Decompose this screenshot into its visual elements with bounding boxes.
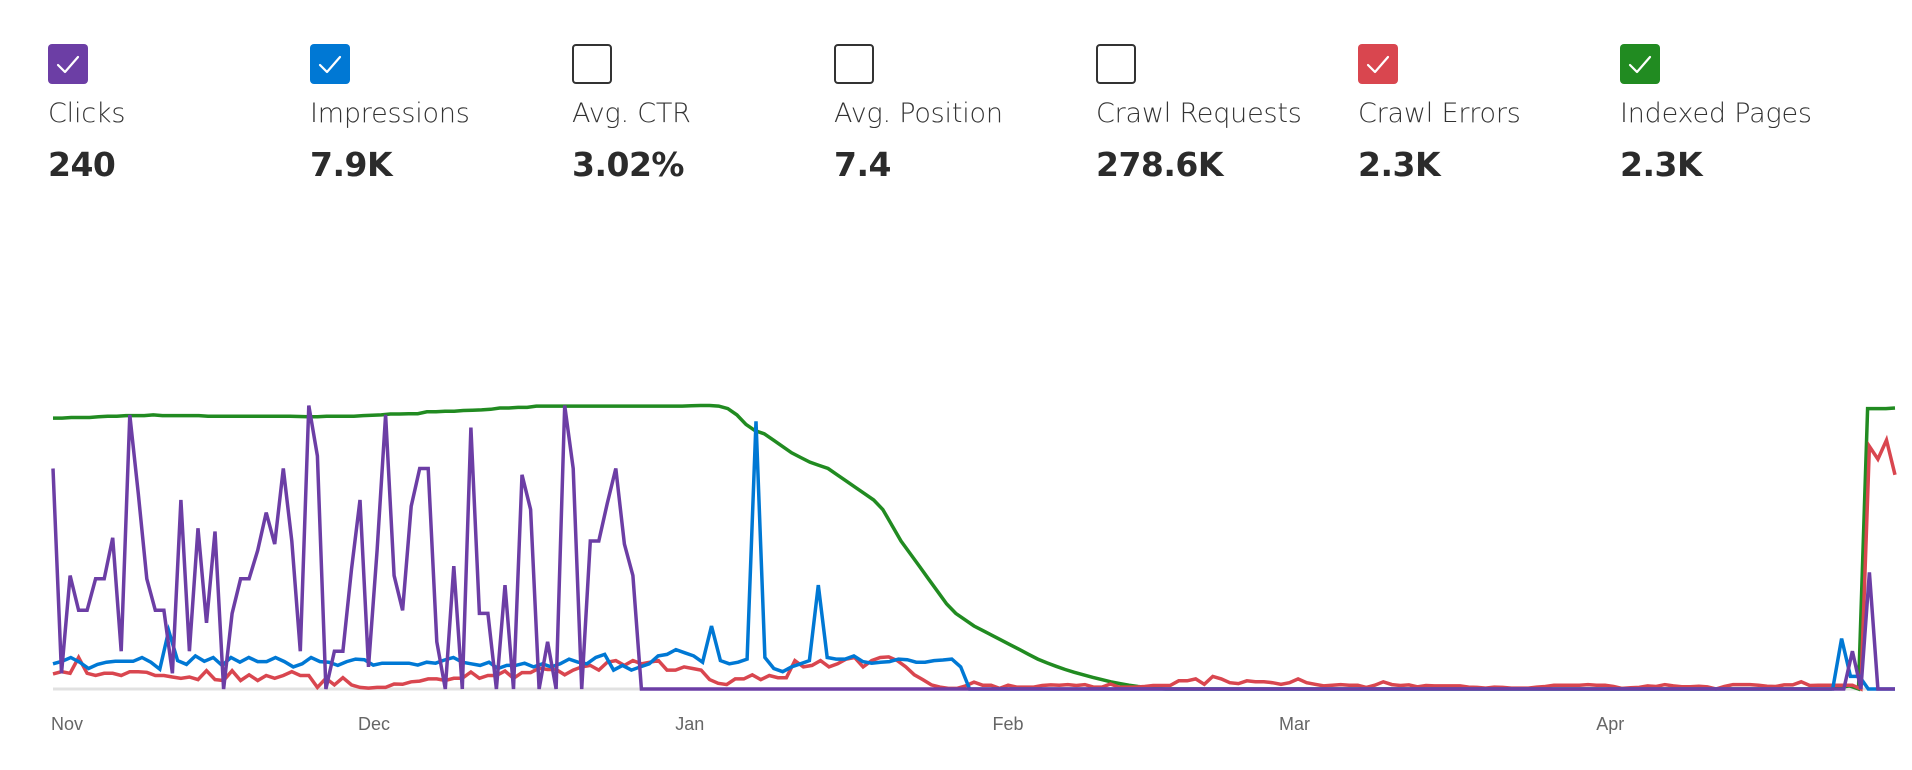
x-tick-nov: Nov [51, 714, 83, 734]
series-line-impressions [52, 421, 1895, 691]
impressions-checkbox[interactable] [310, 44, 350, 84]
metric-crawl-requests[interactable]: Crawl Requests 278.6K [1096, 44, 1358, 194]
indexed-pages-checkbox[interactable] [1620, 44, 1660, 84]
checkmark-icon [1628, 55, 1652, 74]
avg-ctr-checkbox[interactable] [572, 44, 612, 84]
checkmark-icon [56, 55, 80, 74]
x-tick-apr: Apr [1596, 714, 1624, 734]
crawl-errors-label: Crawl Errors [1358, 98, 1521, 129]
crawl-requests-label: Crawl Requests [1096, 98, 1302, 129]
metric-impressions[interactable]: Impressions 7.9K [310, 44, 572, 194]
clicks-checkbox[interactable] [48, 44, 88, 84]
checkmark-icon [318, 55, 342, 74]
clicks-label: Clicks [48, 98, 126, 129]
metric-avg-ctr[interactable]: Avg. CTR 3.02% [572, 44, 834, 194]
metric-avg-position[interactable]: Avg. Position 7.4 [834, 44, 1096, 194]
series-line-crawl-errors [52, 434, 1897, 692]
series-line-indexed-pages [53, 403, 1896, 692]
x-tick-feb: Feb [992, 714, 1023, 734]
avg-position-checkbox[interactable] [834, 44, 874, 84]
series-layer [51, 403, 1897, 692]
avg-ctr-value: 3.02% [572, 145, 685, 184]
crawl-errors-checkbox[interactable] [1358, 44, 1398, 84]
impressions-value: 7.9K [310, 145, 393, 184]
crawl-requests-value: 278.6K [1096, 145, 1223, 184]
x-axis-ticks: Nov Dec Jan Feb Mar Apr [51, 714, 1624, 734]
metric-indexed-pages[interactable]: Indexed Pages 2.3K [1620, 44, 1882, 194]
x-tick-dec: Dec [358, 714, 390, 734]
indexed-pages-label: Indexed Pages [1620, 98, 1812, 129]
metric-crawl-errors[interactable]: Crawl Errors 2.3K [1358, 44, 1620, 194]
checkmark-icon [1366, 55, 1390, 74]
impressions-label: Impressions [310, 98, 470, 129]
avg-position-value: 7.4 [834, 145, 891, 184]
series-line-clicks [51, 405, 1895, 691]
avg-ctr-label: Avg. CTR [572, 98, 691, 129]
crawl-requests-checkbox[interactable] [1096, 44, 1136, 84]
metrics-row: Clicks 240 Impressions 7.9K Avg. CTR 3.02% Avg… [48, 44, 1882, 194]
x-tick-jan: Jan [675, 714, 704, 734]
avg-position-label: Avg. Position [834, 98, 1003, 129]
x-tick-mar: Mar [1279, 714, 1310, 734]
clicks-value: 240 [48, 145, 116, 184]
crawl-errors-value: 2.3K [1358, 145, 1441, 184]
indexed-pages-value: 2.3K [1620, 145, 1703, 184]
metric-clicks[interactable]: Clicks 240 [48, 44, 310, 194]
performance-chart: Nov Dec Jan Feb Mar Apr [51, 403, 1897, 734]
